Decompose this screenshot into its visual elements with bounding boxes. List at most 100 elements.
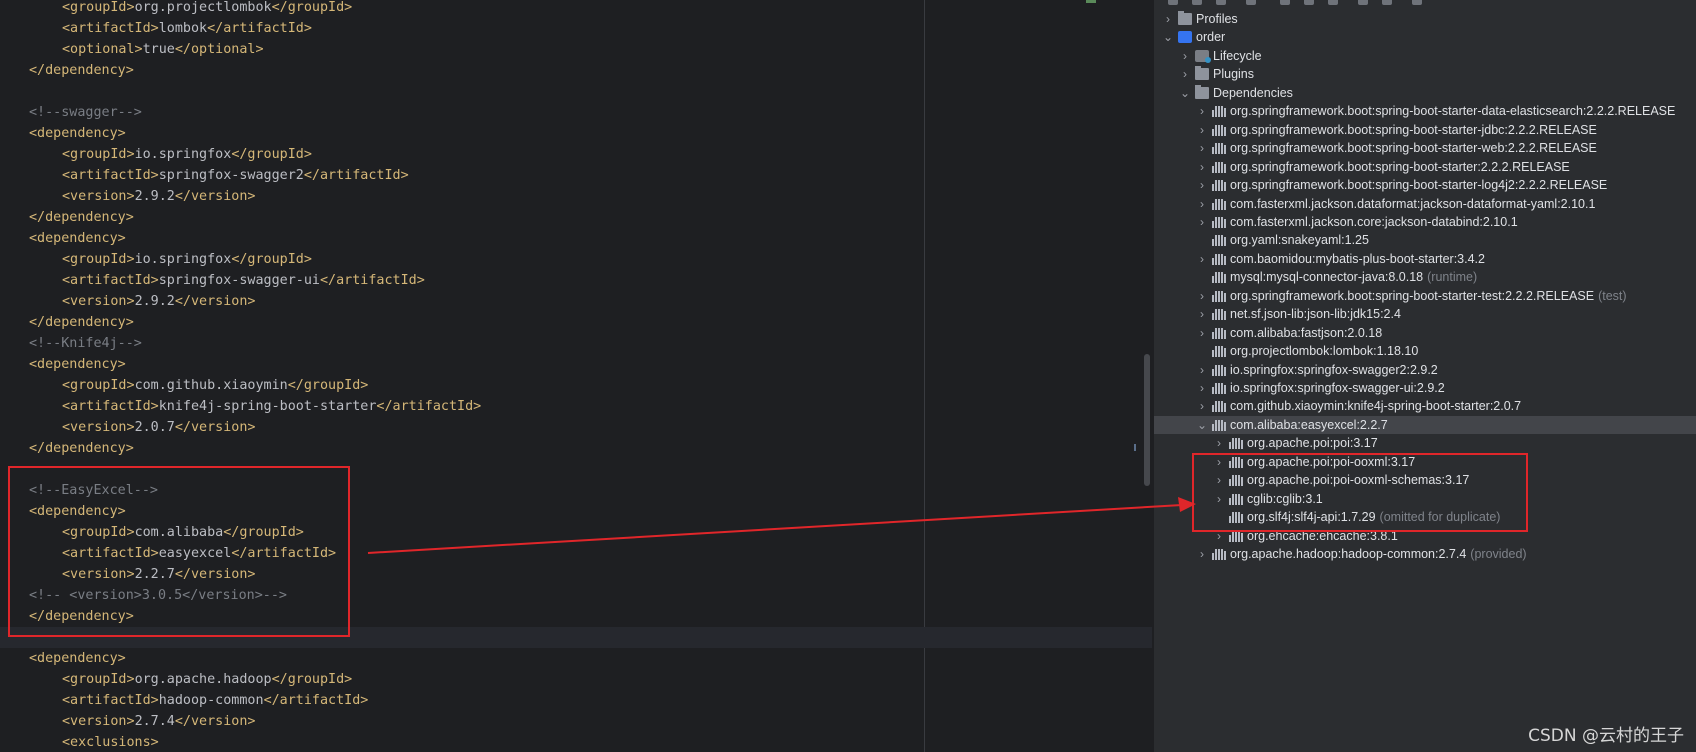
maven-tree-item[interactable]: ⌄ com.alibaba:easyexcel:2.2.7 [1154,415,1696,436]
maven-tree-item[interactable]: › net.sf.json-lib:json-lib:jdk15:2.4 [1154,305,1696,323]
maven-tree-item[interactable]: › org.apache.poi:poi:3.17 [1154,434,1696,452]
maven-tree-item[interactable]: › io.springfox:springfox-swagger-ui:2.9.2 [1154,379,1696,397]
chevron-down-icon[interactable]: ⌄ [1196,416,1208,436]
maven-tree-item[interactable]: › org.springframework.boot:spring-boot-st… [1154,139,1696,157]
maven-tree-item[interactable]: › org.springframework.boot:spring-boot-st… [1154,158,1696,176]
code-line[interactable]: </dependency> [0,606,1152,627]
collapse-all-icon[interactable] [1412,0,1422,5]
maven-tree-item[interactable]: › com.alibaba:fastjson:2.0.18 [1154,324,1696,342]
chevron-right-icon[interactable]: › [1213,434,1225,454]
code-line[interactable]: <version>2.0.7</version> [0,417,1152,438]
code-line[interactable]: <artifactId>lombok</artifactId> [0,18,1152,39]
code-line[interactable]: </dependency> [0,207,1152,228]
chevron-right-icon[interactable]: › [1179,65,1191,85]
code-line[interactable]: <groupId>com.alibaba</groupId> [0,522,1152,543]
code-line[interactable]: <artifactId>springfox-swagger2</artifact… [0,165,1152,186]
maven-tree-item[interactable]: › Lifecycle [1154,47,1696,65]
chevron-right-icon[interactable]: › [1196,176,1208,196]
chevron-right-icon[interactable]: › [1196,287,1208,307]
code-line[interactable]: <groupId>org.projectlombok</groupId> [0,0,1152,18]
maven-tree-item[interactable]: › com.fasterxml.jackson.dataformat:jackso… [1154,195,1696,213]
code-line[interactable]: <version>2.2.7</version> [0,564,1152,585]
maven-tree-item[interactable]: ⌄ Dependencies [1154,84,1696,102]
maven-tree-item[interactable]: › org.springframework.boot:spring-boot-st… [1154,176,1696,194]
code-line[interactable]: <dependency> [0,501,1152,522]
maven-tree-item[interactable]: › cglib:cglib:3.1 [1154,490,1696,508]
code-line[interactable] [0,627,1152,648]
code-line[interactable]: <artifactId>easyexcel</artifactId> [0,543,1152,564]
maven-tree-item[interactable]: › com.fasterxml.jackson.core:jackson-data… [1154,213,1696,231]
maven-tree-item[interactable]: › org.springframework.boot:spring-boot-st… [1154,102,1696,120]
maven-tree-item[interactable]: › org.springframework.boot:spring-boot-st… [1154,287,1696,305]
code-line[interactable]: <optional>true</optional> [0,39,1152,60]
chevron-right-icon[interactable]: › [1196,213,1208,233]
refresh-icon[interactable] [1168,0,1178,5]
maven-tree-item[interactable]: › io.springfox:springfox-swagger2:2.9.2 [1154,361,1696,379]
code-line[interactable] [0,459,1152,480]
maven-tree-item[interactable]: org.slf4j:slf4j-api:1.7.29 (omitted for d… [1154,508,1696,526]
code-line[interactable]: <exclusions> [0,732,1152,752]
toggle-offline-icon[interactable] [1328,0,1338,5]
code-line[interactable]: <version>2.9.2</version> [0,186,1152,207]
code-comment-line[interactable]: <!-- <version>3.0.5</version>--> [0,585,1152,606]
maven-tree-item[interactable]: › com.github.xiaoymin:knife4j-spring-boot… [1154,397,1696,415]
download-icon[interactable] [1216,0,1226,5]
maven-tree-item[interactable]: ⌄ order [1154,28,1696,46]
maven-tree-item[interactable]: › org.apache.hadoop:hadoop-common:2.7.4 (p… [1154,545,1696,563]
chevron-right-icon[interactable]: › [1196,158,1208,178]
code-line[interactable]: <dependency> [0,123,1152,144]
maven-tree-item[interactable]: › org.apache.poi:poi-ooxml-schemas:3.17 [1154,471,1696,489]
chevron-down-icon[interactable]: ⌄ [1179,84,1191,104]
run-icon[interactable] [1280,0,1290,5]
code-line[interactable] [0,81,1152,102]
chevron-right-icon[interactable]: › [1213,471,1225,491]
code-line[interactable]: <dependency> [0,228,1152,249]
code-comment-line[interactable]: <!--Knife4j--> [0,333,1152,354]
chevron-right-icon[interactable]: › [1213,453,1225,473]
chevron-down-icon[interactable]: ⌄ [1162,28,1174,48]
code-comment-line[interactable]: <!--swagger--> [0,102,1152,123]
maven-tree-item[interactable]: › org.ehcache:ehcache:3.8.1 [1154,527,1696,545]
chevron-right-icon[interactable]: › [1196,250,1208,270]
code-line[interactable]: <artifactId>hadoop-common</artifactId> [0,690,1152,711]
maven-tree-item[interactable]: mysql:mysql-connector-java:8.0.18 (runtim… [1154,268,1696,286]
chevron-right-icon[interactable]: › [1196,305,1208,325]
reload-icon[interactable] [1192,0,1202,5]
code-line[interactable]: <groupId>io.springfox</groupId> [0,144,1152,165]
code-line[interactable]: <dependency> [0,648,1152,669]
maven-tree-item[interactable]: › Plugins [1154,65,1696,83]
chevron-right-icon[interactable]: › [1162,10,1174,30]
code-line[interactable]: <artifactId>knife4j-spring-boot-starter<… [0,396,1152,417]
code-line[interactable]: <groupId>io.springfox</groupId> [0,249,1152,270]
code-line[interactable]: <version>2.9.2</version> [0,291,1152,312]
chevron-right-icon[interactable]: › [1196,139,1208,159]
chevron-right-icon[interactable]: › [1196,121,1208,141]
maven-tree-item[interactable]: org.yaml:snakeyaml:1.25 [1154,231,1696,249]
show-diagram-icon[interactable] [1382,0,1392,5]
code-line[interactable]: <version>2.7.4</version> [0,711,1152,732]
execute-goal-icon[interactable] [1304,0,1314,5]
code-line[interactable]: <dependency> [0,354,1152,375]
maven-tree-item[interactable]: › com.baomidou:mybatis-plus-boot-starter:… [1154,250,1696,268]
maven-tree-item[interactable]: › Profiles [1154,10,1696,28]
chevron-right-icon[interactable]: › [1196,195,1208,215]
chevron-right-icon[interactable]: › [1179,47,1191,67]
chevron-right-icon[interactable]: › [1196,324,1208,344]
code-line[interactable]: <groupId>com.github.xiaoymin</groupId> [0,375,1152,396]
chevron-right-icon[interactable]: › [1196,379,1208,399]
maven-tree-item[interactable]: org.projectlombok:lombok:1.18.10 [1154,342,1696,360]
skip-tests-icon[interactable] [1358,0,1368,5]
chevron-right-icon[interactable]: › [1213,490,1225,510]
chevron-right-icon[interactable]: › [1196,102,1208,122]
add-icon[interactable] [1246,0,1256,5]
code-line[interactable]: <groupId>org.apache.hadoop</groupId> [0,669,1152,690]
chevron-right-icon[interactable]: › [1196,545,1208,565]
chevron-right-icon[interactable]: › [1196,361,1208,381]
code-line[interactable]: <artifactId>springfox-swagger-ui</artifa… [0,270,1152,291]
code-line[interactable]: </dependency> [0,312,1152,333]
code-line[interactable]: </dependency> [0,60,1152,81]
chevron-right-icon[interactable]: › [1213,527,1225,547]
code-line[interactable]: </dependency> [0,438,1152,459]
maven-tree-item[interactable]: › org.apache.poi:poi-ooxml:3.17 [1154,453,1696,471]
chevron-right-icon[interactable]: › [1196,397,1208,417]
